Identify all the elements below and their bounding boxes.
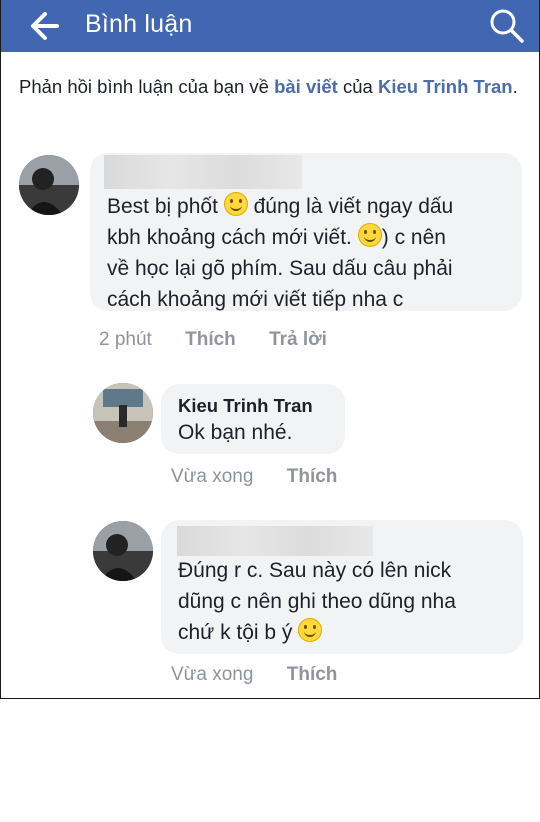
comment-time: Vừa xong — [171, 664, 254, 685]
comment-meta: 2 phút Thích Trả lời — [99, 329, 327, 351]
author-link[interactable]: Kieu Trinh Tran — [378, 76, 513, 97]
comment-bubble: Best bị phốt đúng là viết ngay dấu kbh k… — [90, 153, 522, 311]
comment-text: Đúng r c. Sau này có lên nick dũng c nên… — [178, 559, 456, 644]
like-button[interactable]: Thích — [185, 329, 236, 350]
notice-middle: của — [337, 76, 378, 97]
like-button[interactable]: Thích — [287, 466, 338, 487]
smile-emoji-icon — [357, 223, 382, 247]
reply-notice: Phản hồi bình luận của bạn về bài viết c… — [19, 74, 524, 100]
reply-bubble: Đúng r c. Sau này có lên nick dũng c nên… — [161, 520, 523, 654]
notice-prefix: Phản hồi bình luận của bạn về — [19, 76, 275, 97]
search-button[interactable] — [487, 6, 527, 46]
post-link[interactable]: bài viết — [274, 76, 338, 97]
avatar-photo — [19, 155, 79, 215]
reply-meta: Vừa xong Thích — [171, 664, 337, 686]
comment-time: Vừa xong — [171, 466, 254, 487]
top-bar: Bình luận — [1, 0, 539, 52]
smile-emoji-icon — [298, 618, 323, 642]
comment-time: 2 phút — [99, 329, 152, 350]
arrow-left-icon — [31, 12, 59, 40]
reply-meta: Vừa xong Thích — [171, 466, 337, 488]
comment-author[interactable]: Kieu Trinh Tran — [178, 395, 313, 417]
comment-text: Best bị phốt đúng là viết ngay dấu kbh k… — [107, 191, 517, 315]
notice-suffix: . — [512, 76, 518, 97]
back-button[interactable] — [23, 8, 63, 44]
blurred-name — [104, 155, 302, 189]
avatar[interactable] — [93, 521, 153, 581]
comments-screen: Bình luận Phản hồi bình luận của bạn về … — [0, 0, 540, 699]
grinning-emoji-icon — [223, 192, 248, 216]
avatar-photo — [93, 521, 153, 581]
avatar[interactable] — [93, 383, 153, 443]
like-button[interactable]: Thích — [287, 664, 338, 685]
comment-text: Ok bạn nhé. — [178, 421, 293, 444]
reply-bubble: Kieu Trinh Tran Ok bạn nhé. — [161, 384, 345, 454]
blurred-name — [177, 526, 373, 556]
search-icon — [490, 9, 524, 43]
avatar[interactable] — [19, 155, 79, 215]
page-title: Bình luận — [85, 10, 193, 38]
avatar-photo — [93, 383, 153, 443]
reply-button[interactable]: Trả lời — [269, 329, 327, 350]
